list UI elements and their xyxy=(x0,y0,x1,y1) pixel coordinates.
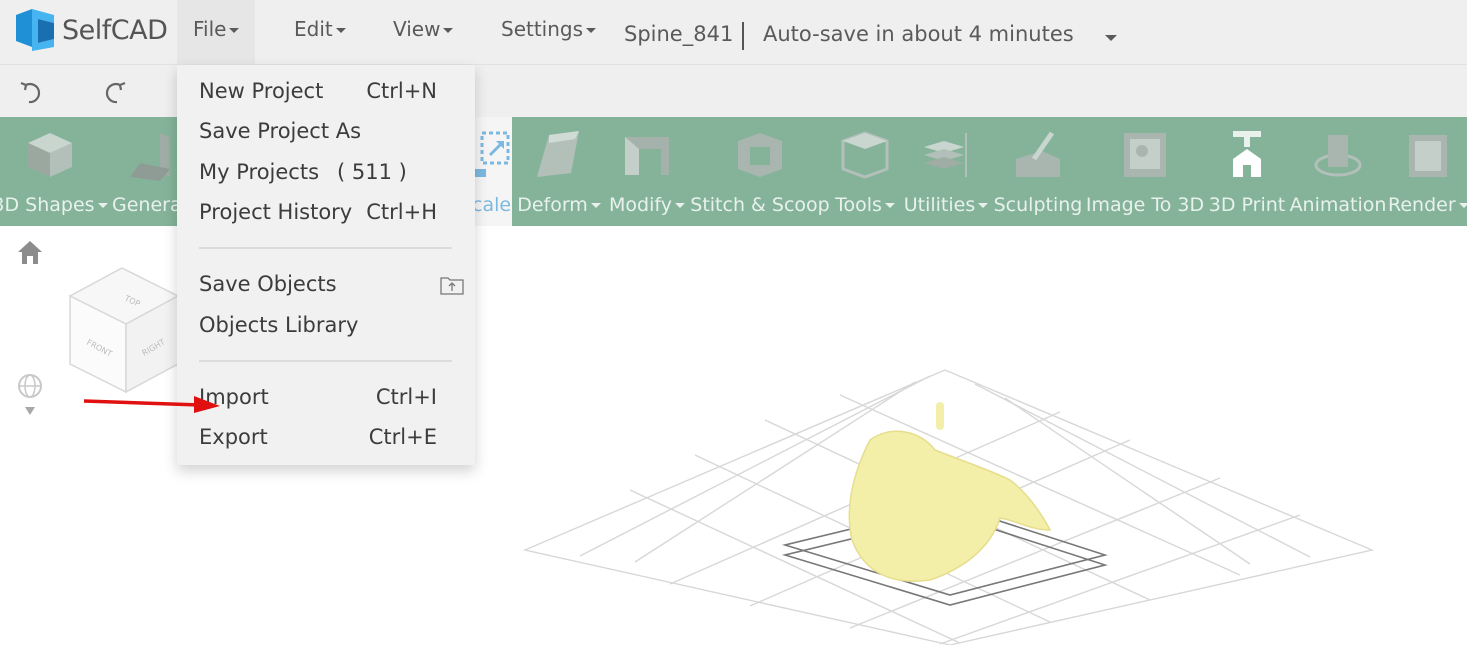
tool-animation[interactable]: Animation xyxy=(1288,117,1388,226)
menu-item-label: My Projects xyxy=(199,160,320,184)
menu-view-label: View xyxy=(393,17,441,41)
tool-label: Genera xyxy=(112,194,182,216)
tool-label: Image To 3D xyxy=(1085,194,1205,216)
chevron-down-icon xyxy=(978,203,989,208)
sculpting-icon xyxy=(1016,131,1060,177)
chevron-down-icon xyxy=(884,203,895,208)
menu-divider xyxy=(199,360,452,362)
menu-settings-label: Settings xyxy=(501,17,584,41)
menu-item-label: New Project xyxy=(199,79,324,103)
utilities-icon xyxy=(924,133,967,177)
chevron-down-icon xyxy=(590,203,601,208)
menu-item-save-project-as[interactable]: Save Project As xyxy=(177,112,475,152)
project-count: ( 511 ) xyxy=(337,160,407,184)
deform-icon xyxy=(537,131,579,177)
menu-item-label: Objects Library xyxy=(199,313,359,337)
tool-stitch-scoop[interactable]: Stitch & Scoop xyxy=(690,117,830,226)
menu-item-save-objects[interactable]: Save Objects xyxy=(177,265,475,305)
image-to-3d-icon xyxy=(1124,133,1166,177)
menu-divider xyxy=(199,247,452,249)
undo-icon xyxy=(20,81,41,104)
tool-modify[interactable]: Modify xyxy=(604,117,690,226)
menu-item-label: Save Project As xyxy=(199,119,362,143)
shortcut-label: Ctrl+I xyxy=(375,385,437,409)
autosave-status: Auto-save in about 4 minutes xyxy=(763,22,1074,46)
tool-label: Modify xyxy=(609,194,672,216)
menu-file[interactable]: File xyxy=(177,0,256,64)
project-name[interactable]: Spine_841 xyxy=(624,22,733,46)
menu-settings[interactable]: Settings xyxy=(485,0,612,58)
scale-icon xyxy=(472,131,510,177)
chevron-down-icon xyxy=(229,28,240,33)
tool-label: cale xyxy=(472,194,512,216)
redo-icon xyxy=(105,81,126,104)
menu-item-export[interactable]: Export Ctrl+E xyxy=(177,418,475,458)
tool-3d-print[interactable]: 3D Print xyxy=(1206,117,1288,226)
3d-print-icon xyxy=(1233,131,1261,177)
menu-edit-label: Edit xyxy=(294,17,333,41)
app-name: SelfCAD xyxy=(62,14,168,46)
chevron-down-icon xyxy=(443,28,454,33)
chevron-down-icon xyxy=(1458,203,1467,208)
tool-label: Tools xyxy=(835,194,882,216)
menu-edit[interactable]: Edit xyxy=(278,0,362,58)
menu-item-new-project[interactable]: New Project Ctrl+N xyxy=(177,72,475,112)
tool-utilities[interactable]: Utilities xyxy=(900,117,992,226)
tool-sculpting[interactable]: Sculpting xyxy=(992,117,1084,226)
stitch-scoop-icon xyxy=(738,133,782,177)
chevron-down-icon xyxy=(586,28,597,33)
tools-box-icon xyxy=(841,131,889,179)
tool-image-to-3d[interactable]: Image To 3D xyxy=(1084,117,1206,226)
animation-icon xyxy=(1314,135,1362,177)
menu-item-label: Export xyxy=(199,425,268,449)
home-icon[interactable] xyxy=(16,238,44,266)
tool-3d-shapes[interactable]: 3D Shapes xyxy=(0,117,110,226)
tool-label: Utilities xyxy=(903,194,976,216)
tool-label: Stitch & Scoop xyxy=(690,194,830,216)
tool-label: Sculpting xyxy=(993,194,1083,216)
render-icon xyxy=(1408,135,1447,177)
menu-item-my-projects[interactable]: My Projects ( 511 ) xyxy=(177,153,475,193)
tool-label: 3D Shapes xyxy=(0,194,95,216)
redo-button[interactable] xyxy=(99,77,129,107)
tool-tools[interactable]: Tools xyxy=(830,117,900,226)
chevron-down-icon xyxy=(674,203,685,208)
tool-label: Render xyxy=(1388,194,1456,216)
tool-render[interactable]: Render xyxy=(1388,117,1467,226)
autosave-dropdown-icon[interactable] xyxy=(1105,35,1117,41)
menu-item-project-history[interactable]: Project History Ctrl+H xyxy=(177,193,475,233)
cube-icon xyxy=(28,133,72,177)
tool-generators[interactable]: Genera xyxy=(110,117,182,226)
undo-button[interactable] xyxy=(17,77,47,107)
3d-model[interactable] xyxy=(840,400,1060,590)
tool-label: Deform xyxy=(517,194,588,216)
tool-label: Animation xyxy=(1289,194,1387,216)
tool-deform[interactable]: Deform xyxy=(512,117,606,226)
menu-item-label: Project History xyxy=(199,200,353,224)
shortcut-label: Ctrl+H xyxy=(366,200,437,224)
shortcut-label: Ctrl+E xyxy=(368,425,437,449)
menu-bar: SelfCAD File Edit View Settings Spine_84… xyxy=(0,0,1467,65)
divider xyxy=(742,22,744,50)
generator-icon xyxy=(130,133,170,181)
chevron-down-icon xyxy=(335,28,346,33)
menu-item-objects-library[interactable]: Objects Library xyxy=(177,306,475,346)
view-cube[interactable]: TOP FRONT RIGHT xyxy=(62,262,187,397)
chevron-down-icon xyxy=(97,203,108,208)
menu-item-label: Save Objects xyxy=(199,272,337,296)
orbit-icon[interactable] xyxy=(16,372,44,420)
shortcut-label: Ctrl+N xyxy=(366,79,437,103)
menu-view[interactable]: View xyxy=(377,0,469,58)
annotation-arrow-icon xyxy=(83,396,220,413)
modify-icon xyxy=(625,137,669,175)
menu-file-label: File xyxy=(193,17,227,41)
folder-upload-icon[interactable] xyxy=(440,275,464,295)
tool-label: 3D Print xyxy=(1208,194,1286,216)
selfcad-logo-icon xyxy=(16,9,54,51)
app-logo[interactable]: SelfCAD xyxy=(12,6,168,54)
